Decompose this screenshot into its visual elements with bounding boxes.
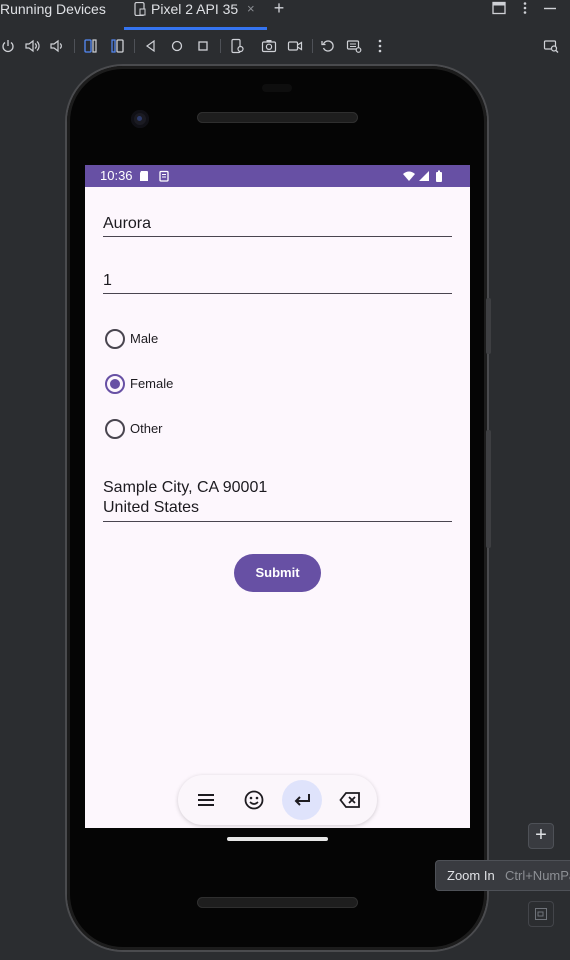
radio-label: Male — [130, 331, 159, 346]
bottom-speaker — [197, 897, 358, 908]
tooltip-label: Zoom In — [447, 868, 495, 883]
radio-label: Female — [130, 376, 174, 391]
tab-bar: Running Devices Pixel 2 API 35 × + — [0, 0, 570, 30]
radio-button[interactable] — [105, 329, 125, 349]
active-tab-indicator — [124, 27, 267, 30]
layout-icon[interactable] — [491, 1, 507, 17]
radio-button[interactable] — [105, 419, 125, 439]
tooltip-shortcut: Ctrl+NumPad + — [505, 868, 570, 883]
zoom-in-tooltip: Zoom In Ctrl+NumPad + — [435, 860, 570, 891]
phone-earpiece — [262, 84, 292, 92]
back-icon[interactable] — [143, 38, 159, 54]
submit-button[interactable]: Submit — [234, 554, 321, 592]
volume-up-icon[interactable] — [24, 38, 40, 54]
device-settings-icon[interactable] — [229, 38, 245, 54]
power-icon[interactable] — [0, 38, 16, 54]
reset-icon[interactable] — [320, 38, 336, 54]
sd-card-icon — [138, 170, 150, 182]
keyboard-toolbar — [178, 775, 377, 825]
status-time: 10:36 — [100, 168, 133, 183]
menu-icon[interactable] — [186, 780, 226, 820]
new-tab-button[interactable]: + — [270, 0, 288, 18]
top-speaker — [197, 112, 358, 123]
zoom-in-button[interactable]: + — [528, 823, 554, 849]
radio-female[interactable]: Female — [105, 374, 305, 396]
close-tab-icon[interactable]: × — [247, 1, 255, 16]
rotate-left-icon[interactable] — [83, 38, 99, 54]
home-icon[interactable] — [169, 38, 185, 54]
gesture-home-bar[interactable] — [227, 837, 328, 841]
emoji-icon[interactable] — [234, 780, 274, 820]
battery-icon — [433, 170, 445, 182]
tab-device[interactable]: Pixel 2 API 35 × — [124, 0, 267, 30]
status-bar: 10:36 — [85, 165, 470, 187]
name-field[interactable]: Aurora — [103, 214, 452, 237]
device-icon — [134, 1, 146, 17]
radio-button-selected[interactable] — [105, 374, 125, 394]
screen-record-icon[interactable] — [287, 38, 303, 54]
overview-icon[interactable] — [195, 38, 211, 54]
address-field[interactable]: Sample City, CA 90001 United States — [103, 478, 452, 522]
device-screen[interactable]: 10:36 Aurora 1 Male Female Other Sample … — [85, 165, 470, 828]
fit-screen-icon — [535, 908, 547, 920]
radio-label: Other — [130, 421, 163, 436]
name-field-value: Aurora — [103, 215, 152, 232]
rotate-right-icon[interactable] — [109, 38, 125, 54]
number-field[interactable]: 1 — [103, 271, 452, 294]
toolbar-separator — [312, 39, 313, 53]
toolbar-separator — [74, 39, 75, 53]
number-field-value: 1 — [103, 272, 112, 289]
signal-icon — [418, 170, 430, 182]
radio-male[interactable]: Male — [105, 329, 305, 351]
screenshot-icon[interactable] — [261, 38, 277, 54]
device-mirror-icon[interactable] — [543, 38, 559, 54]
zoom-fit-button[interactable] — [528, 901, 554, 927]
minimize-icon[interactable] — [542, 1, 558, 17]
address-line-2: United States — [103, 499, 200, 516]
more-icon[interactable] — [372, 38, 388, 54]
phone-power-button — [486, 298, 491, 354]
clipboard-icon — [158, 170, 170, 182]
phone-volume-button — [486, 430, 491, 548]
options-icon[interactable] — [517, 1, 533, 17]
device-tab-label: Pixel 2 API 35 — [151, 1, 239, 17]
volume-down-icon[interactable] — [49, 38, 65, 54]
toolbar-separator — [220, 39, 221, 53]
enter-icon[interactable] — [282, 780, 322, 820]
toolbar-separator — [134, 39, 135, 53]
tool-window-title: Running Devices — [0, 1, 106, 17]
address-line-1: Sample City, CA 90001 — [103, 479, 268, 496]
front-camera — [131, 110, 149, 128]
radio-other[interactable]: Other — [105, 419, 305, 441]
backspace-icon[interactable] — [330, 780, 370, 820]
device-toolbar — [0, 36, 570, 58]
wifi-icon — [403, 170, 415, 182]
keyboard-settings-icon[interactable] — [346, 38, 362, 54]
